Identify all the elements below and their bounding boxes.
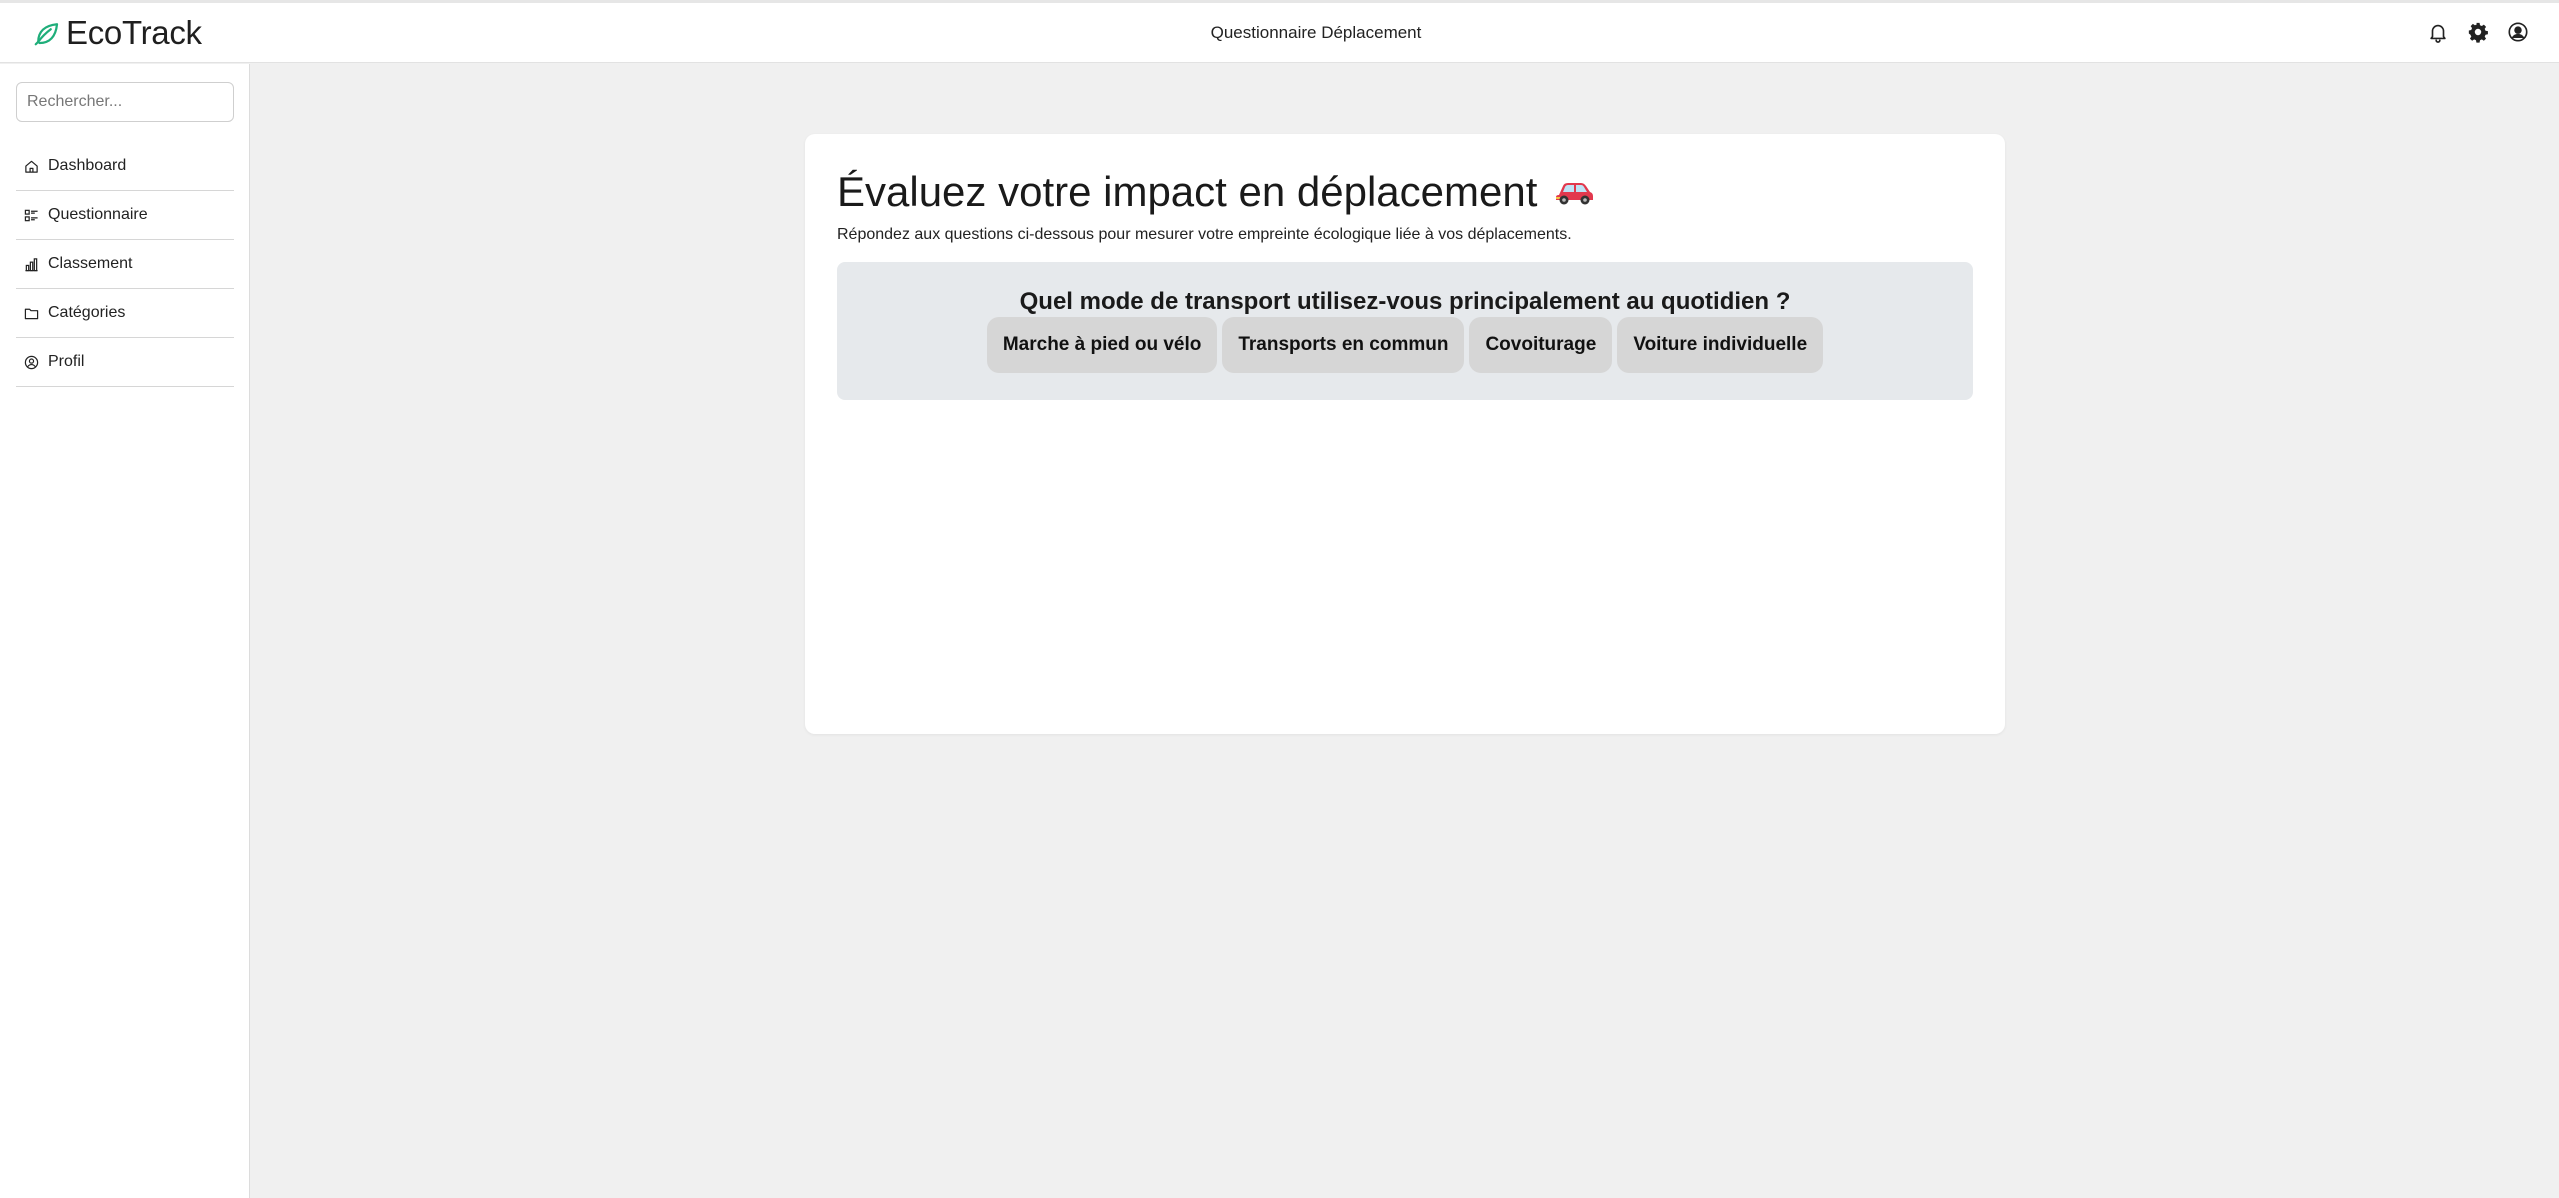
gear-icon[interactable] [2467,21,2489,43]
sidebar-item-categories[interactable]: Catégories [16,289,234,338]
home-icon [25,160,38,173]
option-carpool-button[interactable]: Covoiturage [1469,317,1613,373]
brand[interactable]: EcoTrack [32,14,202,52]
sidebar-nav: Dashboard Questionnaire Classement Catég… [16,142,234,387]
questionnaire-card: Évaluez votre impact en déplacement Répo… [805,134,2005,734]
sidebar-item-classement[interactable]: Classement [16,240,234,289]
bell-icon[interactable] [2427,21,2449,43]
questionnaire-subtitle: Répondez aux questions ci-dessous pour m… [837,226,1572,243]
brand-name: EcoTrack [66,14,202,51]
sidebar-item-questionnaire[interactable]: Questionnaire [16,191,234,240]
option-public-transport-button[interactable]: Transports en commun [1222,317,1465,373]
questionnaire-title: Évaluez votre impact en déplacement [837,168,1538,215]
sidebar-item-label: Catégories [48,304,126,321]
sidebar-item-profil[interactable]: Profil [16,338,234,387]
sidebar-item-label: Dashboard [48,157,127,174]
sidebar-item-label: Questionnaire [48,206,148,223]
app-header: EcoTrack Questionnaire Déplacement [0,3,2559,63]
bar-chart-icon [25,257,38,271]
questionnaire-heading: Évaluez votre impact en déplacement [837,168,1595,216]
user-circle-icon [24,355,39,369]
list-icon [24,209,38,221]
search-input[interactable] [16,82,234,122]
sidebar-item-label: Classement [48,255,133,272]
page-title: Questionnaire Déplacement [1210,23,1422,42]
header-actions [2427,21,2529,43]
folder-icon [24,308,39,319]
option-walk-bike-button[interactable]: Marche à pied ou vélo [986,317,1218,373]
user-circle-icon[interactable] [2507,21,2529,43]
question-text: Quel mode de transport utilisez-vous pri… [1019,288,1791,315]
question-panel: Quel mode de transport utilisez-vous pri… [837,262,1973,400]
sidebar-item-dashboard[interactable]: Dashboard [16,142,234,191]
sidebar: Dashboard Questionnaire Classement Catég… [0,64,250,1198]
car-icon [1556,183,1594,205]
answer-options: Marche à pied ou vélo Transports en comm… [837,317,1973,373]
option-private-car-button[interactable]: Voiture individuelle [1617,317,1824,373]
sidebar-item-label: Profil [48,353,85,370]
leaf-logo-icon [34,23,59,46]
